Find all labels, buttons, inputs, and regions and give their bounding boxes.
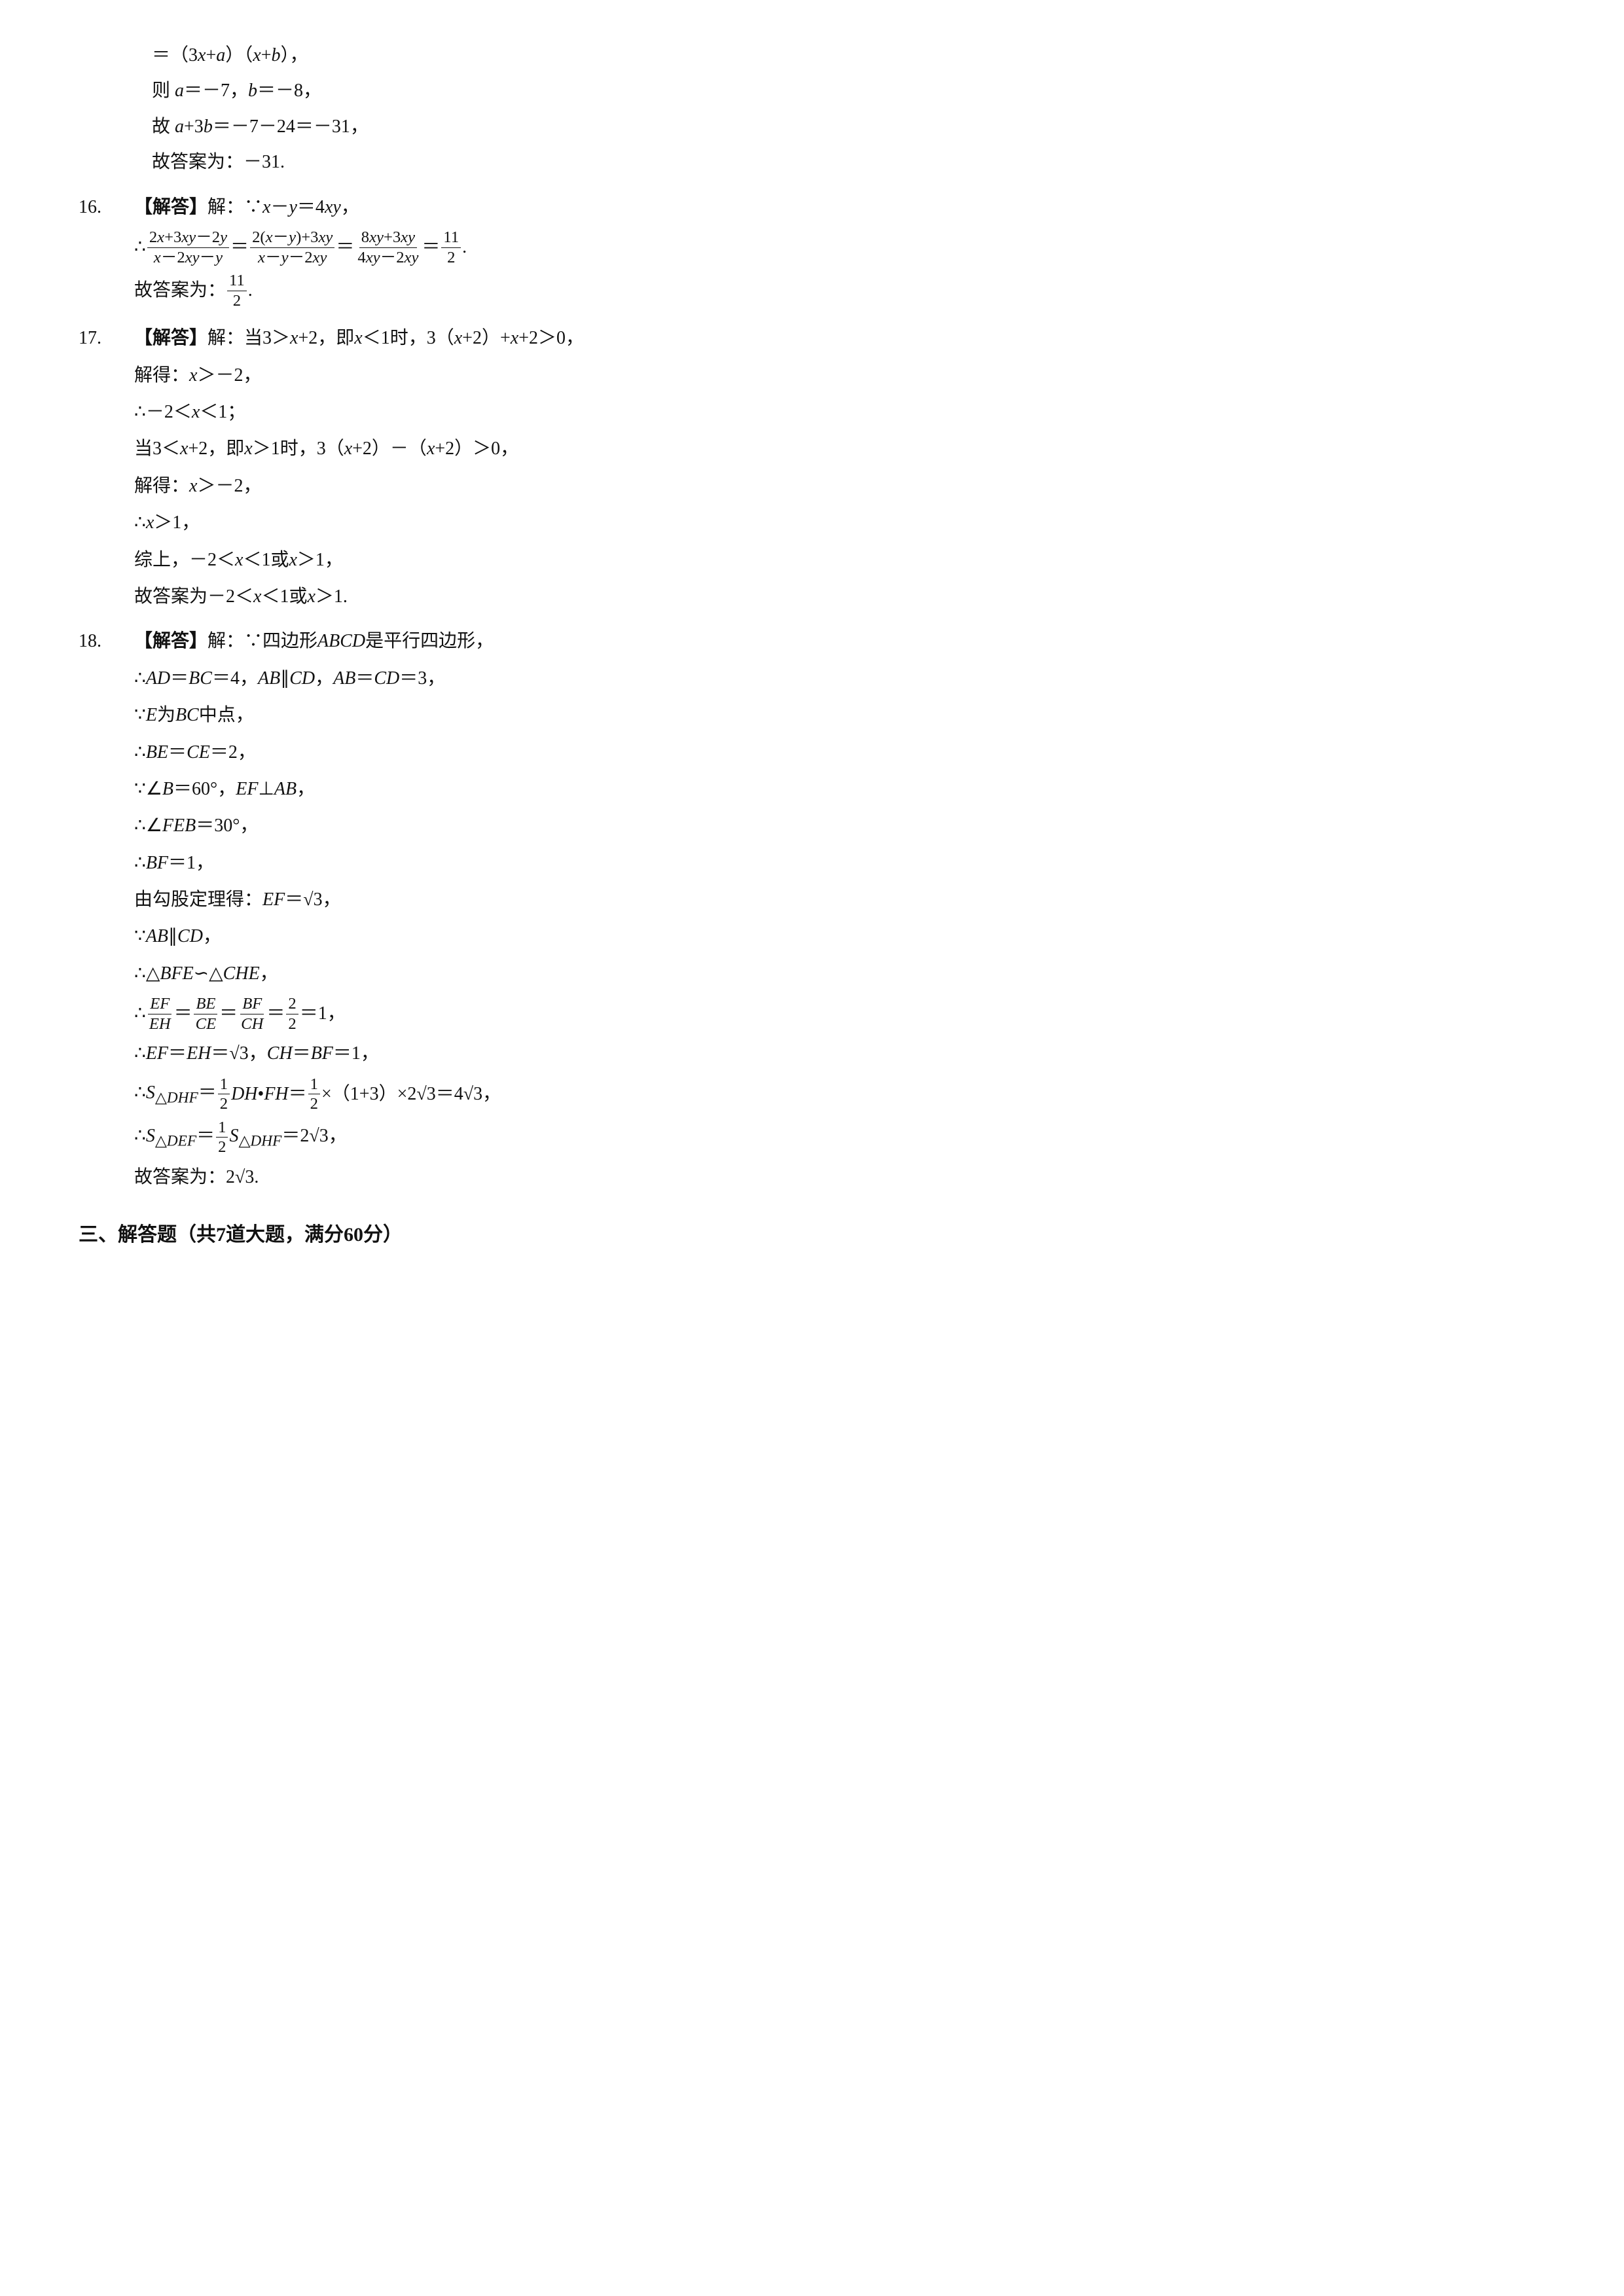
p17-l1: 解得：x＞－2，: [79, 359, 1545, 392]
p17-answer: 故答案为－2＜x＜1或x＞1.: [79, 581, 1545, 613]
p16-label: 16.: [79, 191, 134, 224]
p18-answer: 故答案为：2√3.: [79, 1161, 1545, 1194]
section3-label: 三、解答题（共7道大题，满分60分）: [79, 1217, 1545, 1253]
p18-l5: ∴∠FEB＝30°，: [79, 810, 1545, 842]
p18-area2: ∴S△DEF＝ 1 2 S△DHF＝2√3，: [79, 1118, 1545, 1157]
p16-main: 【解答】解：∵x－y＝4xy，: [134, 191, 359, 224]
p17-l6: 综上，－2＜x＜1或x＞1，: [79, 544, 1545, 577]
section3-title: 三、解答题（共7道大题，满分60分）: [79, 1217, 1545, 1253]
p18-main: 【解答】解：∵四边形ABCD是平行四边形，: [134, 625, 494, 658]
p17-l4: 解得：x＞－2，: [79, 470, 1545, 503]
p18-l10: ∴EF＝EH＝√3，CH＝BF＝1，: [79, 1037, 1545, 1070]
p18-l3: ∴BE＝CE＝2，: [79, 736, 1545, 769]
p16-fraction-line: ∴ 2x+3xy－2y x－2xy－y ＝ 2(x－y)+3xy x－y－2xy…: [79, 228, 1545, 267]
p17-l3: 当3＜x+2，即x＞1时，3（x+2）－（x+2）＞0，: [79, 433, 1545, 465]
p17-l5: ∴x＞1，: [79, 507, 1545, 539]
p18-l6: ∴BF＝1，: [79, 847, 1545, 880]
p17-label: 17.: [79, 322, 134, 355]
p17-l2: ∴－2＜x＜1；: [79, 396, 1545, 429]
p18-label: 18.: [79, 625, 134, 658]
line-eq4: 故答案为：－31.: [79, 146, 1545, 179]
p18-l2: ∵E为BC中点，: [79, 699, 1545, 732]
problem-18: 18. 【解答】解：∵四边形ABCD是平行四边形， ∴AD＝BC＝4，AB∥CD…: [79, 625, 1545, 1194]
p18-frac-line: ∴ EF EH ＝ BE CE ＝ BF CH ＝ 2 2 ＝1，: [79, 994, 1545, 1033]
p18-l7: 由勾股定理得：EF＝√3，: [79, 884, 1545, 916]
p18-l1: ∴AD＝BC＝4，AB∥CD，AB＝CD＝3，: [79, 662, 1545, 695]
line-eq2: 则 a＝－7，b＝－8，: [79, 75, 1545, 107]
p18-area1: ∴S△DHF＝ 1 2 DH•FH＝ 1 2 ×（1+3）×2√3＝4√3，: [79, 1075, 1545, 1114]
problem-16: 16. 【解答】解：∵x－y＝4xy， ∴ 2x+3xy－2y x－2xy－y …: [79, 191, 1545, 311]
line-eq1: ＝（3x+a）（x+b），: [79, 39, 1545, 72]
line-eq3: 故 a+3b＝－7－24＝－31，: [79, 111, 1545, 143]
p18-l4: ∵∠B＝60°，EF⊥AB，: [79, 773, 1545, 806]
p18-l8: ∵AB∥CD，: [79, 920, 1545, 953]
p16-answer: 故答案为： 11 2 .: [79, 271, 1545, 310]
p18-l9: ∴△BFE∽△CHE，: [79, 958, 1545, 990]
p17-main: 【解答】解：当3＞x+2，即x＜1时，3（x+2）+x+2＞0，: [134, 322, 584, 355]
page-content: ＝（3x+a）（x+b）， 则 a＝－7，b＝－8， 故 a+3b＝－7－24＝…: [79, 39, 1545, 1253]
problem-17: 17. 【解答】解：当3＞x+2，即x＜1时，3（x+2）+x+2＞0， 解得：…: [79, 322, 1545, 613]
